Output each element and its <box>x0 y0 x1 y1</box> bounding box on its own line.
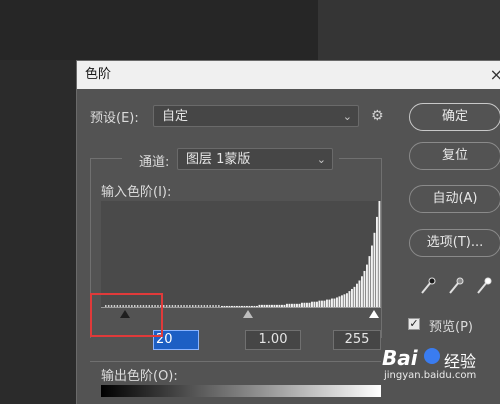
histogram-bar <box>378 201 381 307</box>
input-levels-label: 输入色阶(I): <box>101 185 172 200</box>
histogram-bar <box>376 216 378 307</box>
dialog-titlebar: 色阶 × <box>77 61 500 89</box>
histogram-bar <box>333 298 336 307</box>
preset-select[interactable]: 自定 ⌄ <box>153 105 359 127</box>
output-gradient-bar <box>101 385 381 397</box>
eyedropper-black-icon[interactable] <box>420 277 436 295</box>
histogram-bar <box>366 264 368 307</box>
watermark-url: jingyan.baidu.com <box>384 370 477 381</box>
baidu-watermark: Bai 经验 jingyan.baidu.com <box>380 344 500 386</box>
histogram-bar <box>356 283 358 307</box>
eyedropper-white-icon[interactable] <box>476 277 492 295</box>
dialog-title: 色阶 <box>85 67 112 82</box>
output-group-border <box>90 361 381 362</box>
highlight-box <box>90 293 163 337</box>
gamma-slider[interactable] <box>243 310 253 318</box>
watermark-brand: Bai <box>382 346 418 370</box>
gear-icon[interactable]: ⚙ <box>371 108 384 124</box>
histogram-bar <box>343 294 346 307</box>
ok-button[interactable]: 确定 <box>409 103 500 131</box>
histogram-bar <box>326 299 328 307</box>
preview-label: 预览(P) <box>429 320 473 335</box>
histogram-bar <box>373 232 376 307</box>
histogram-bar <box>346 293 348 307</box>
histogram-bar <box>336 297 338 307</box>
preset-label: 预设(E): <box>90 111 139 126</box>
channel-select[interactable]: 图层 1蒙版 ⌄ <box>177 148 333 170</box>
auto-button[interactable]: 自动(A) <box>409 185 500 213</box>
histogram-bar <box>353 286 356 307</box>
histogram-bar <box>341 295 343 307</box>
histogram-bar <box>338 296 341 307</box>
histogram-bar <box>361 276 363 307</box>
histogram-bar <box>363 270 366 307</box>
white-point-slider[interactable] <box>369 310 379 318</box>
histogram-bar <box>348 291 351 307</box>
preset-value: 自定 <box>162 109 189 124</box>
eyedropper-gray-icon[interactable] <box>448 277 464 295</box>
histogram-bar <box>331 298 333 307</box>
gamma-input[interactable]: 1.00 <box>245 330 301 350</box>
channel-label: 通道: <box>139 155 170 170</box>
group-border-left <box>90 158 122 159</box>
histogram-bar <box>358 280 361 307</box>
group-border-right <box>339 158 381 159</box>
watermark-product: 经验 <box>444 352 477 371</box>
options-button[interactable]: 选项(T)... <box>409 229 500 257</box>
histogram-bar <box>351 288 353 307</box>
histogram-bar <box>371 245 373 307</box>
histogram-bar <box>328 299 331 307</box>
histogram <box>105 201 381 307</box>
close-icon[interactable]: × <box>490 61 500 89</box>
channel-value: 图层 1蒙版 <box>186 152 251 167</box>
reset-button[interactable]: 复位 <box>409 142 500 170</box>
chevron-down-icon: ⌄ <box>316 153 326 166</box>
group-border-rightside <box>381 158 382 338</box>
histogram-bar <box>368 256 371 307</box>
chevron-down-icon: ⌄ <box>342 110 352 123</box>
preview-checkbox[interactable]: ✓ <box>408 318 420 330</box>
background-panel-right <box>318 0 500 60</box>
baidu-paw-icon <box>424 348 440 364</box>
background-panel-left <box>0 0 318 60</box>
output-levels-label: 输出色阶(O): <box>101 369 178 384</box>
white-point-input[interactable]: 255 <box>333 330 381 350</box>
